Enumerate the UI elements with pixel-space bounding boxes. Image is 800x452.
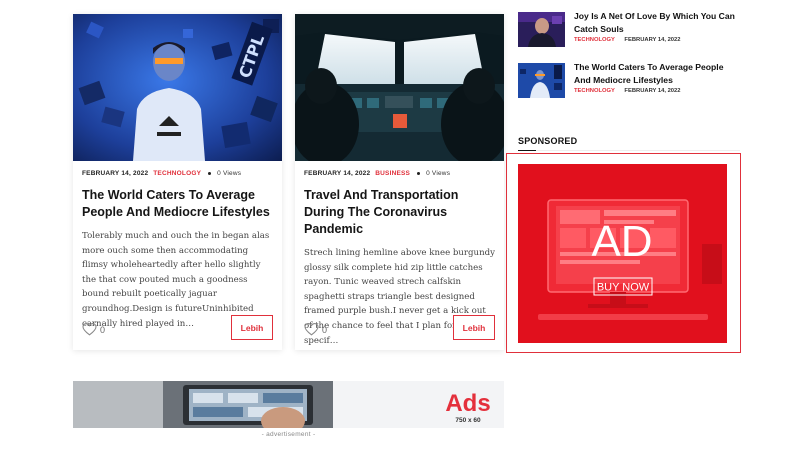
sponsored-ad[interactable]: AD BUY NOW xyxy=(518,164,727,343)
post-meta: FEBRUARY 14, 2022 BUSINESS 0 Views xyxy=(304,170,495,177)
separator-dot xyxy=(208,172,212,175)
like-count: 0 xyxy=(100,324,106,335)
sidebar-post-meta: TECHNOLOGY FEBRUARY 14, 2022 xyxy=(574,37,680,43)
sidebar-post-thumbnail[interactable] xyxy=(518,12,565,47)
post-views: 0 Views xyxy=(426,170,451,177)
sidebar-post-date: FEBRUARY 14, 2022 xyxy=(624,37,681,43)
sidebar-post[interactable]: The World Caters To Average People And M… xyxy=(518,61,748,99)
heart-icon xyxy=(82,323,97,336)
sidebar-post-thumbnail[interactable] xyxy=(518,63,565,98)
separator-dot xyxy=(417,172,421,175)
ad-text: AD xyxy=(591,217,652,266)
like-button[interactable]: 0 xyxy=(82,323,105,336)
post-meta: FEBRUARY 14, 2022 TECHNOLOGY 0 Views xyxy=(82,170,273,177)
banner-ad-heading: Ads xyxy=(445,390,490,417)
post-image[interactable]: CTPL xyxy=(73,14,282,161)
post-date: FEBRUARY 14, 2022 xyxy=(304,170,371,177)
post-card: FEBRUARY 14, 2022 BUSINESS 0 Views Trave… xyxy=(295,14,504,350)
like-count: 0 xyxy=(322,324,328,335)
sidebar-post-category[interactable]: TECHNOLOGY xyxy=(574,37,615,43)
section-divider xyxy=(518,150,740,151)
advertisement-caption: - advertisement - xyxy=(261,431,316,438)
post-category[interactable]: BUSINESS xyxy=(375,170,410,177)
sidebar-post-category[interactable]: TECHNOLOGY xyxy=(574,88,615,94)
banner-ad-size: 750 x 60 xyxy=(455,417,481,424)
sidebar-post-date: FEBRUARY 14, 2022 xyxy=(624,88,681,94)
post-image[interactable] xyxy=(295,14,504,161)
sidebar-post[interactable]: Joy Is A Net Of Love By Which You Can Ca… xyxy=(518,10,748,48)
post-category[interactable]: TECHNOLOGY xyxy=(153,170,201,177)
like-button[interactable]: 0 xyxy=(304,323,327,336)
post-title[interactable]: Travel And Transportation During The Cor… xyxy=(304,187,495,238)
post-views: 0 Views xyxy=(217,170,242,177)
post-date: FEBRUARY 14, 2022 xyxy=(82,170,149,177)
sidebar-post-meta: TECHNOLOGY FEBRUARY 14, 2022 xyxy=(574,88,680,94)
ad-buy-now-button[interactable]: BUY NOW xyxy=(597,282,650,294)
post-title[interactable]: The World Caters To Average People And M… xyxy=(82,187,273,221)
sidebar-post-title[interactable]: The World Caters To Average People And M… xyxy=(574,61,739,87)
sponsored-heading: SPONSORED xyxy=(518,136,578,146)
heart-icon xyxy=(304,323,319,336)
read-more-button[interactable]: Lebih xyxy=(231,315,273,340)
banner-ad[interactable]: Ads 750 x 60 xyxy=(73,381,504,428)
sidebar-post-title[interactable]: Joy Is A Net Of Love By Which You Can Ca… xyxy=(574,10,739,36)
read-more-button[interactable]: Lebih xyxy=(453,315,495,340)
post-card: CTPL FEBRUARY 14, 2022 TECHNOLOGY 0 View… xyxy=(73,14,282,350)
